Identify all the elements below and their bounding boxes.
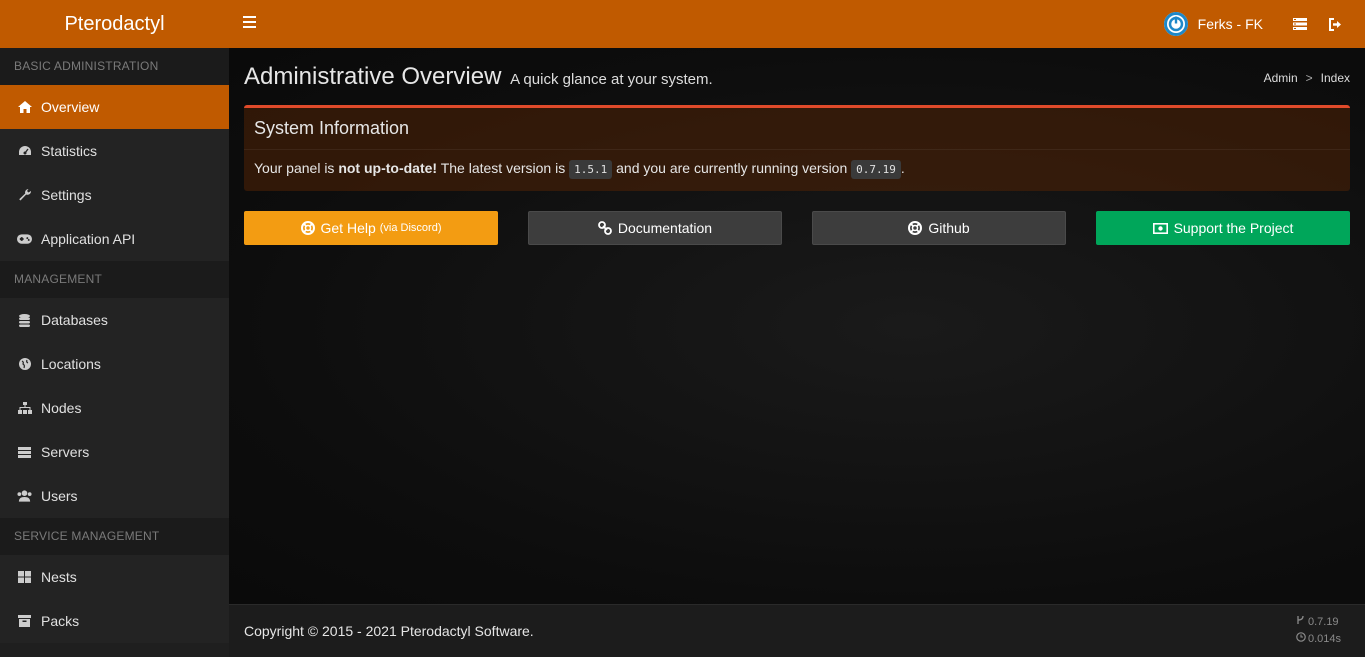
footer-stats: 0.7.19 0.014s (1296, 614, 1341, 648)
update-status: not up-to-date! (338, 160, 438, 176)
server-icon (17, 445, 32, 459)
page-title: Administrative Overview A quick glance a… (244, 63, 713, 91)
life-ring-icon (300, 221, 315, 235)
sidebar-section-header: MANAGEMENT (0, 261, 229, 298)
documentation-button[interactable]: Documentation (528, 211, 782, 245)
sidebar: BASIC ADMINISTRATION Overview Statistics… (0, 48, 229, 657)
breadcrumb-current: Index (1320, 71, 1350, 85)
sidebar-item-nodes[interactable]: Nodes (0, 386, 229, 430)
sidebar-item-nests[interactable]: Nests (0, 555, 229, 599)
status-text: The latest version is (437, 160, 570, 176)
system-information-body: Your panel is not up-to-date! The latest… (244, 150, 1350, 186)
support-project-button[interactable]: Support the Project (1096, 211, 1350, 245)
top-navbar: Pterodactyl Ferks - FK (0, 0, 1365, 48)
sidebar-section-header: SERVICE MANAGEMENT (0, 518, 229, 555)
code-fork-icon (1296, 614, 1308, 631)
wrench-icon (17, 188, 32, 202)
menu-toggle-icon[interactable] (243, 16, 256, 28)
breadcrumb: Admin > Index (1264, 71, 1350, 85)
user-avatar[interactable] (1163, 12, 1188, 36)
breadcrumb-separator: > (1305, 71, 1313, 85)
latest-version: 1.5.1 (569, 160, 613, 179)
sidebar-item-databases[interactable]: Databases (0, 298, 229, 342)
database-icon (17, 313, 32, 327)
clock-icon (1296, 631, 1308, 648)
sidebar-item-label: Servers (41, 444, 90, 460)
system-information-box: System Information Your panel is not up-… (244, 105, 1350, 191)
breadcrumb-admin-link[interactable]: Admin (1264, 71, 1298, 85)
sidebar-item-application-api[interactable]: Application API (0, 217, 229, 261)
page-subtitle: A quick glance at your system. (510, 71, 713, 88)
server-list-icon[interactable] (1293, 17, 1307, 31)
user-name[interactable]: Ferks - FK (1198, 16, 1263, 32)
action-buttons: Get Help (via Discord) Documentation Git… (244, 211, 1350, 245)
footer: Copyright © 2015 - 2021 Pterodactyl Soft… (229, 604, 1365, 657)
globe-icon (17, 357, 32, 371)
sidebar-item-label: Statistics (41, 143, 98, 159)
sidebar-item-label: Nests (41, 569, 77, 585)
sidebar-item-statistics[interactable]: Statistics (0, 129, 229, 173)
home-icon (17, 100, 32, 114)
sidebar-item-label: Overview (41, 99, 100, 115)
sidebar-item-label: Users (41, 488, 78, 504)
get-help-button[interactable]: Get Help (via Discord) (244, 211, 498, 245)
th-large-icon (17, 570, 32, 584)
sidebar-item-label: Nodes (41, 400, 82, 416)
archive-icon (17, 614, 32, 628)
sidebar-item-users[interactable]: Users (0, 474, 229, 518)
sign-out-icon[interactable] (1329, 17, 1343, 31)
page-title-text: Administrative Overview (244, 63, 502, 90)
documentation-label: Documentation (617, 220, 713, 236)
sidebar-item-label: Settings (41, 187, 92, 203)
link-icon (598, 221, 612, 235)
github-button[interactable]: Github (812, 211, 1066, 245)
sidebar-item-settings[interactable]: Settings (0, 173, 229, 217)
main-content: Administrative Overview A quick glance a… (229, 48, 1365, 604)
copyright-text: Copyright © 2015 - 2021 Pterodactyl Soft… (244, 623, 534, 639)
sidebar-item-label: Packs (41, 613, 80, 629)
gamepad-icon (17, 232, 32, 246)
life-ring-icon (908, 221, 923, 235)
get-help-label: Get Help (320, 220, 376, 236)
sidebar-item-packs[interactable]: Packs (0, 599, 229, 643)
sidebar-item-servers[interactable]: Servers (0, 430, 229, 474)
sitemap-icon (17, 401, 32, 415)
sidebar-item-label: Application API (41, 231, 136, 247)
footer-version: 0.7.19 (1307, 616, 1339, 628)
status-text: and you are currently running version (612, 160, 852, 176)
status-text: . (900, 160, 905, 176)
sidebar-item-locations[interactable]: Locations (0, 342, 229, 386)
sidebar-item-label: Locations (41, 356, 101, 372)
dashboard-icon (17, 144, 32, 158)
system-information-title: System Information (244, 108, 1350, 150)
users-icon (17, 489, 32, 503)
brand-logo[interactable]: Pterodactyl (0, 13, 229, 36)
sidebar-section-header: BASIC ADMINISTRATION (0, 48, 229, 85)
sidebar-item-overview[interactable]: Overview (0, 85, 229, 129)
github-label: Github (928, 220, 970, 236)
current-version: 0.7.19 (851, 160, 901, 179)
support-project-label: Support the Project (1173, 220, 1294, 236)
footer-load-time: 0.014s (1307, 633, 1341, 645)
sidebar-item-label: Databases (41, 312, 108, 328)
topbar-right: Ferks - FK (1163, 0, 1365, 48)
money-icon (1152, 222, 1168, 234)
status-text: Your panel is (254, 160, 339, 176)
get-help-sublabel: (via Discord) (379, 222, 442, 234)
